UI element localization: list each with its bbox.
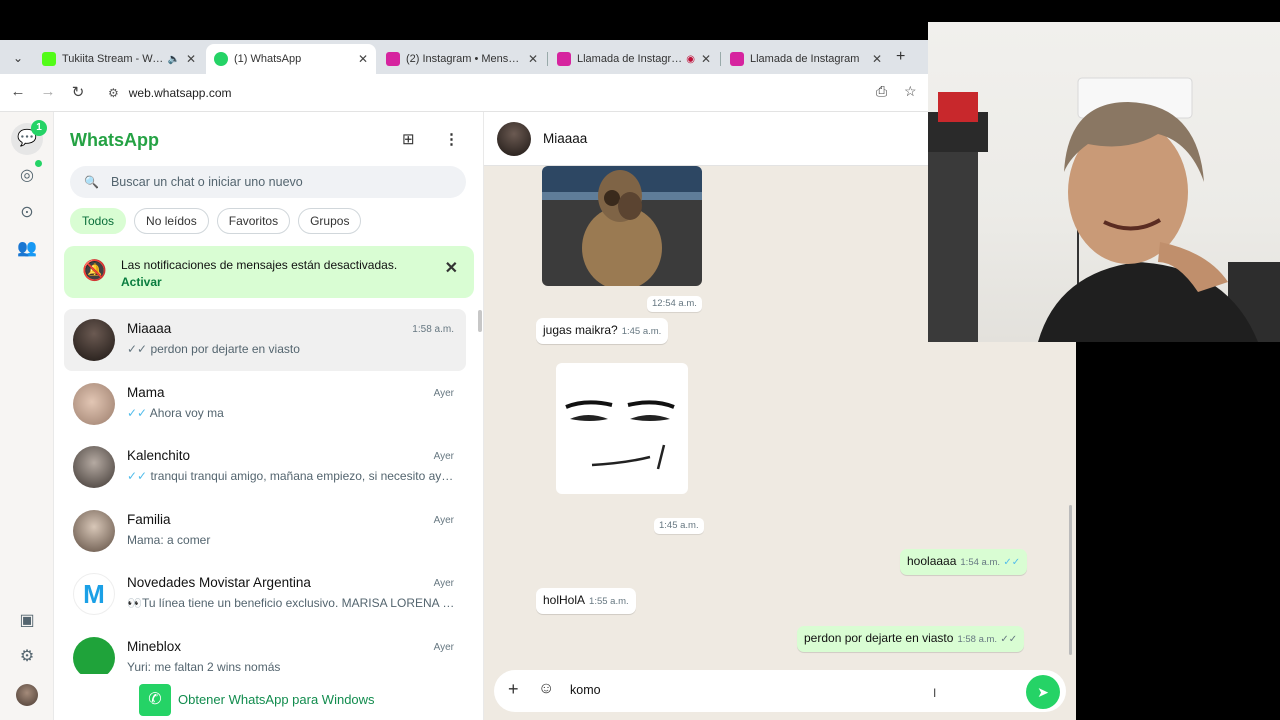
- close-tab-icon[interactable]: ✕: [872, 52, 882, 66]
- avatar: [73, 319, 115, 361]
- message-in[interactable]: holHolA 1:55 a.m.: [536, 588, 636, 614]
- tab-bar: ⌄ Tukiita Stream - Watc 🔈 ✕ (1) WhatsApp…: [0, 40, 1076, 74]
- instagram-favicon-icon: [557, 52, 571, 66]
- filter-no-leidos[interactable]: No leídos: [134, 208, 209, 234]
- chat-item-mama[interactable]: Mama Ayer ✓✓ Ahora voy ma: [64, 373, 466, 435]
- filter-todos[interactable]: Todos: [70, 208, 127, 234]
- address-bar: ← → ↻ ⚙ web.whatsapp.com ⎙ ☆: [0, 74, 1076, 112]
- recording-icon: ◉: [686, 53, 695, 65]
- profile-avatar[interactable]: [16, 684, 38, 706]
- double-check-icon: ✓✓: [1000, 634, 1018, 645]
- movistar-logo-icon: M: [73, 573, 115, 615]
- back-arrow-icon[interactable]: ←: [8, 83, 28, 100]
- whatsapp-logo-icon: ✆: [139, 684, 171, 716]
- audio-icon[interactable]: 🔈: [167, 54, 179, 65]
- double-check-icon: ✓✓: [127, 342, 148, 356]
- text-cursor-icon: I: [933, 686, 937, 700]
- whatsapp-favicon-icon: [214, 52, 228, 66]
- url-field[interactable]: ⚙ web.whatsapp.com: [100, 80, 930, 106]
- unread-badge: 1: [31, 120, 47, 136]
- activate-link[interactable]: Activar: [121, 275, 162, 289]
- close-tab-icon[interactable]: ✕: [528, 52, 538, 66]
- media-icon[interactable]: ▣: [15, 609, 39, 633]
- nav-rail: 💬 1 ◎ ⊙ 👥 ▣ ⚙: [0, 112, 54, 720]
- creeper-avatar-icon: [73, 637, 115, 679]
- status-icon[interactable]: ◎: [15, 164, 39, 188]
- search-input[interactable]: 🔍 Buscar un chat o iniciar uno nuevo: [70, 166, 466, 198]
- monkey-photo: [542, 166, 702, 286]
- status-dot: [35, 160, 42, 167]
- chat-item-familia[interactable]: Familia Ayer Mama: a comer: [64, 500, 466, 562]
- eyes-emoji-icon: 👀: [127, 596, 142, 610]
- whatsapp-app: 💬 1 ◎ ⊙ 👥 ▣ ⚙ WhatsApp ⊞ ⋮ 🔍 Buscar un c…: [0, 112, 1076, 720]
- face-sticker: [565, 400, 675, 470]
- webcam-overlay: [928, 22, 1280, 342]
- app-title: WhatsApp: [70, 130, 159, 150]
- double-check-icon: ✓✓: [127, 469, 148, 483]
- tab-llamada-instagram-1[interactable]: Llamada de Instagram ◉ ✕: [549, 44, 719, 74]
- avatar: [73, 510, 115, 552]
- message-composer: + ☺ komo ➤: [494, 670, 1066, 712]
- kick-favicon-icon: [42, 52, 56, 66]
- tab-llamada-instagram-2[interactable]: Llamada de Instagram ✕: [722, 44, 890, 74]
- notification-banner: 🔕 Las notificaciones de mensajes están d…: [64, 246, 474, 298]
- sticker-icon[interactable]: ☺: [538, 680, 554, 698]
- double-check-icon: ✓✓: [1003, 557, 1021, 568]
- filter-grupos[interactable]: Grupos: [298, 208, 362, 234]
- tab-search-icon[interactable]: ⌄: [8, 48, 28, 68]
- conversation-scrollbar[interactable]: [1069, 505, 1072, 655]
- webcam-video: [928, 77, 1280, 342]
- search-icon: 🔍: [84, 175, 99, 189]
- image-message[interactable]: [542, 166, 702, 286]
- sticker-message[interactable]: [556, 363, 688, 494]
- instagram-favicon-icon: [386, 52, 400, 66]
- browser-window: ⌄ Tukiita Stream - Watc 🔈 ✕ (1) WhatsApp…: [0, 40, 1076, 720]
- bookmark-star-icon[interactable]: ☆: [904, 83, 917, 100]
- chat-item-movistar[interactable]: M Novedades Movistar Argentina Ayer 👀Tu …: [64, 563, 466, 625]
- instagram-favicon-icon: [730, 52, 744, 66]
- tab-divider: [720, 52, 721, 66]
- forward-arrow-icon[interactable]: →: [38, 83, 58, 100]
- chatlist-scrollbar[interactable]: [478, 310, 482, 332]
- bell-off-icon: 🔕: [82, 260, 107, 282]
- filter-favoritos[interactable]: Favoritos: [216, 208, 291, 234]
- settings-gear-icon[interactable]: ⚙: [15, 645, 39, 669]
- new-tab-button[interactable]: +: [896, 48, 905, 66]
- avatar: [73, 446, 115, 488]
- close-tab-icon[interactable]: ✕: [358, 52, 368, 66]
- reload-icon[interactable]: ↻: [68, 83, 88, 101]
- message-input[interactable]: komo: [570, 683, 601, 697]
- avatar: [73, 383, 115, 425]
- chat-list-panel: WhatsApp ⊞ ⋮ 🔍 Buscar un chat o iniciar …: [54, 112, 484, 720]
- install-app-icon[interactable]: ⎙: [876, 83, 887, 100]
- chat-item-kalenchito[interactable]: Kalenchito Ayer ✓✓ tranqui tranqui amigo…: [64, 436, 466, 498]
- contact-avatar[interactable]: [497, 122, 531, 156]
- close-tab-icon[interactable]: ✕: [186, 52, 196, 66]
- message-out[interactable]: hoolaaaa 1:54 a.m. ✓✓: [900, 549, 1028, 575]
- site-settings-icon[interactable]: ⚙: [108, 86, 119, 100]
- message-in[interactable]: jugas maikra? 1:45 a.m.: [536, 318, 669, 344]
- send-button[interactable]: ➤: [1026, 675, 1060, 709]
- filter-chips: Todos No leídos Favoritos Grupos: [70, 208, 362, 234]
- communities-icon[interactable]: 👥: [15, 237, 39, 261]
- tab-divider: [547, 52, 548, 66]
- tab-tukiita-stream[interactable]: Tukiita Stream - Watc 🔈 ✕: [34, 44, 204, 74]
- chat-item-miaaaa[interactable]: Miaaaa 1:58 a.m. ✓✓ perdon por dejarte e…: [64, 309, 466, 371]
- close-icon[interactable]: ✕: [445, 258, 458, 278]
- tab-instagram-mensajes[interactable]: (2) Instagram • Mensajes ✕: [378, 44, 546, 74]
- menu-dots-icon[interactable]: ⋮: [444, 130, 459, 148]
- close-tab-icon[interactable]: ✕: [701, 52, 711, 66]
- new-chat-icon[interactable]: ⊞: [402, 130, 415, 148]
- get-windows-app-banner[interactable]: ✆ Obtener WhatsApp para Windows: [54, 674, 483, 720]
- message-out[interactable]: perdon por dejarte en viasto 1:58 a.m. ✓✓: [797, 626, 1025, 652]
- channels-icon[interactable]: ⊙: [15, 201, 39, 225]
- double-check-icon: ✓✓: [127, 406, 148, 420]
- tab-whatsapp[interactable]: (1) WhatsApp ✕: [206, 44, 376, 74]
- attach-plus-icon[interactable]: +: [508, 679, 519, 700]
